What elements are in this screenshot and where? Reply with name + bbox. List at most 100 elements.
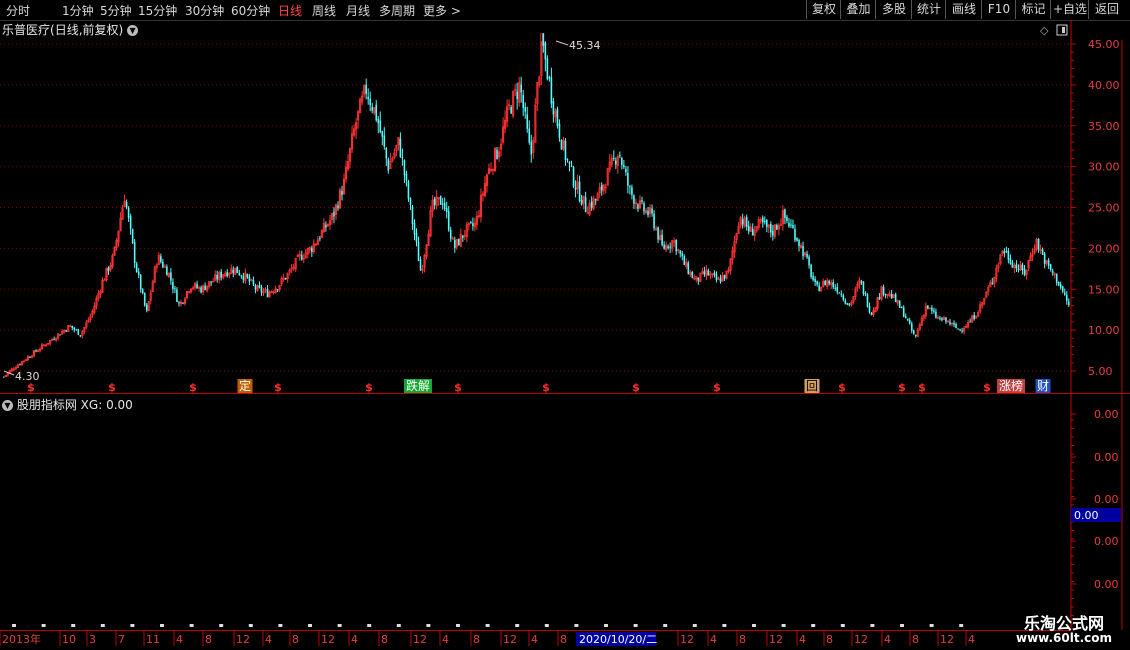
multi-stock-button[interactable]: 多股: [875, 0, 912, 19]
period-tab-multi[interactable]: 多周期: [379, 2, 415, 19]
candle-body: [542, 33, 545, 46]
candle-body: [534, 105, 537, 143]
y-tick-label: 25.00: [1088, 202, 1120, 215]
candle-body: [981, 302, 984, 306]
candle-body: [697, 277, 700, 282]
candle-body: [401, 156, 404, 158]
candle-body: [822, 281, 825, 287]
candle-body: [465, 224, 468, 237]
f10-button[interactable]: F10: [981, 0, 1016, 19]
candle-body: [240, 275, 243, 277]
candle-body: [755, 226, 758, 231]
candle-body: [1045, 260, 1048, 264]
candle-body: [733, 240, 736, 253]
scroll-dot: [219, 624, 224, 627]
candle-body: [868, 305, 871, 313]
candle-body: [151, 281, 154, 293]
candle-body: [242, 276, 245, 281]
candle-body: [163, 266, 166, 268]
candle-body: [715, 274, 718, 281]
candle-body: [613, 158, 615, 160]
candle-body: [333, 211, 335, 217]
candle-body: [36, 350, 40, 353]
candle-body: [403, 160, 406, 176]
candle-body: [1009, 258, 1012, 264]
candle-body: [55, 338, 58, 341]
period-tab-more[interactable]: 更多 >: [423, 2, 461, 19]
candle-body: [520, 84, 522, 93]
candle-body: [888, 293, 891, 296]
candle-body: [311, 248, 313, 252]
candle-body: [22, 360, 26, 363]
candle-body: [46, 342, 50, 345]
candle-body: [319, 238, 321, 240]
period-tab-intraday[interactable]: 分时: [6, 2, 30, 19]
period-tab-60min[interactable]: 60分钟: [231, 2, 270, 19]
candle-body: [4, 374, 7, 378]
scroll-dot: [485, 624, 490, 627]
candle-body: [725, 270, 728, 279]
back-button[interactable]: 返回: [1088, 0, 1125, 19]
candle-body: [266, 289, 269, 297]
candle-body: [320, 230, 323, 238]
candle-body: [8, 370, 11, 374]
adjust-button[interactable]: 复权: [806, 0, 841, 19]
period-tab-1min[interactable]: 1分钟: [62, 2, 94, 19]
candle-body: [61, 331, 64, 335]
candle-body: [508, 104, 511, 106]
ind-y-tick-label: 0.00: [1094, 493, 1119, 506]
period-tab-30min[interactable]: 30分钟: [185, 2, 224, 19]
draw-line-button[interactable]: 画线: [945, 0, 982, 19]
candle-body: [292, 267, 295, 269]
candle-body: [566, 159, 569, 161]
scroll-dot: [308, 624, 312, 627]
candle-body: [1013, 264, 1016, 269]
chevron-down-icon[interactable]: ▼: [127, 25, 139, 36]
ind-y-tick-label: 0.00: [1094, 578, 1119, 591]
period-tab-monthly[interactable]: 月线: [346, 2, 370, 19]
candle-body: [651, 208, 653, 214]
scroll-dot: [248, 624, 253, 627]
candle-body: [202, 285, 205, 293]
statistics-button[interactable]: 统计: [911, 0, 946, 19]
time-label: 4: [351, 633, 358, 646]
candle-body: [721, 275, 724, 282]
candle-body: [667, 246, 669, 249]
candle-body: [214, 274, 217, 281]
period-tab-5min[interactable]: 5分钟: [100, 2, 132, 19]
candle-body: [135, 263, 138, 272]
candle-body: [373, 107, 376, 114]
scroll-dot: [41, 624, 46, 627]
candle-body: [719, 278, 722, 282]
mark-button[interactable]: 标记: [1015, 0, 1051, 19]
candle-body: [766, 219, 768, 227]
time-label: 8: [912, 633, 919, 646]
candle-body: [256, 285, 259, 291]
candle-body: [989, 282, 992, 288]
candle-body: [65, 330, 68, 332]
candle-body: [683, 256, 686, 265]
candle-body: [129, 216, 132, 229]
candle-body: [896, 300, 899, 304]
candle-body: [735, 233, 738, 241]
scroll-dot: [722, 624, 727, 627]
candle-body: [864, 293, 867, 295]
stock-name: 乐普医疗: [2, 23, 51, 37]
overlay-button[interactable]: 叠加: [840, 0, 876, 19]
candle-body: [57, 333, 60, 339]
time-label: 8: [560, 633, 567, 646]
candle-body: [816, 281, 818, 285]
candle-body: [874, 307, 877, 313]
period-tab-weekly[interactable]: 周线: [312, 2, 336, 19]
candle-body: [258, 284, 261, 288]
candle-body: [433, 198, 436, 206]
candle-body: [608, 161, 611, 170]
dividend-marker: $: [918, 381, 926, 394]
add-watchlist-button[interactable]: +自选: [1050, 0, 1089, 19]
period-tab-daily[interactable]: 日线: [278, 2, 302, 19]
period-tab-15min[interactable]: 15分钟: [138, 2, 177, 19]
chevron-down-icon[interactable]: ▼: [2, 400, 13, 411]
candle-body: [945, 317, 947, 322]
candle-body: [856, 284, 859, 289]
candle-body: [564, 140, 567, 161]
